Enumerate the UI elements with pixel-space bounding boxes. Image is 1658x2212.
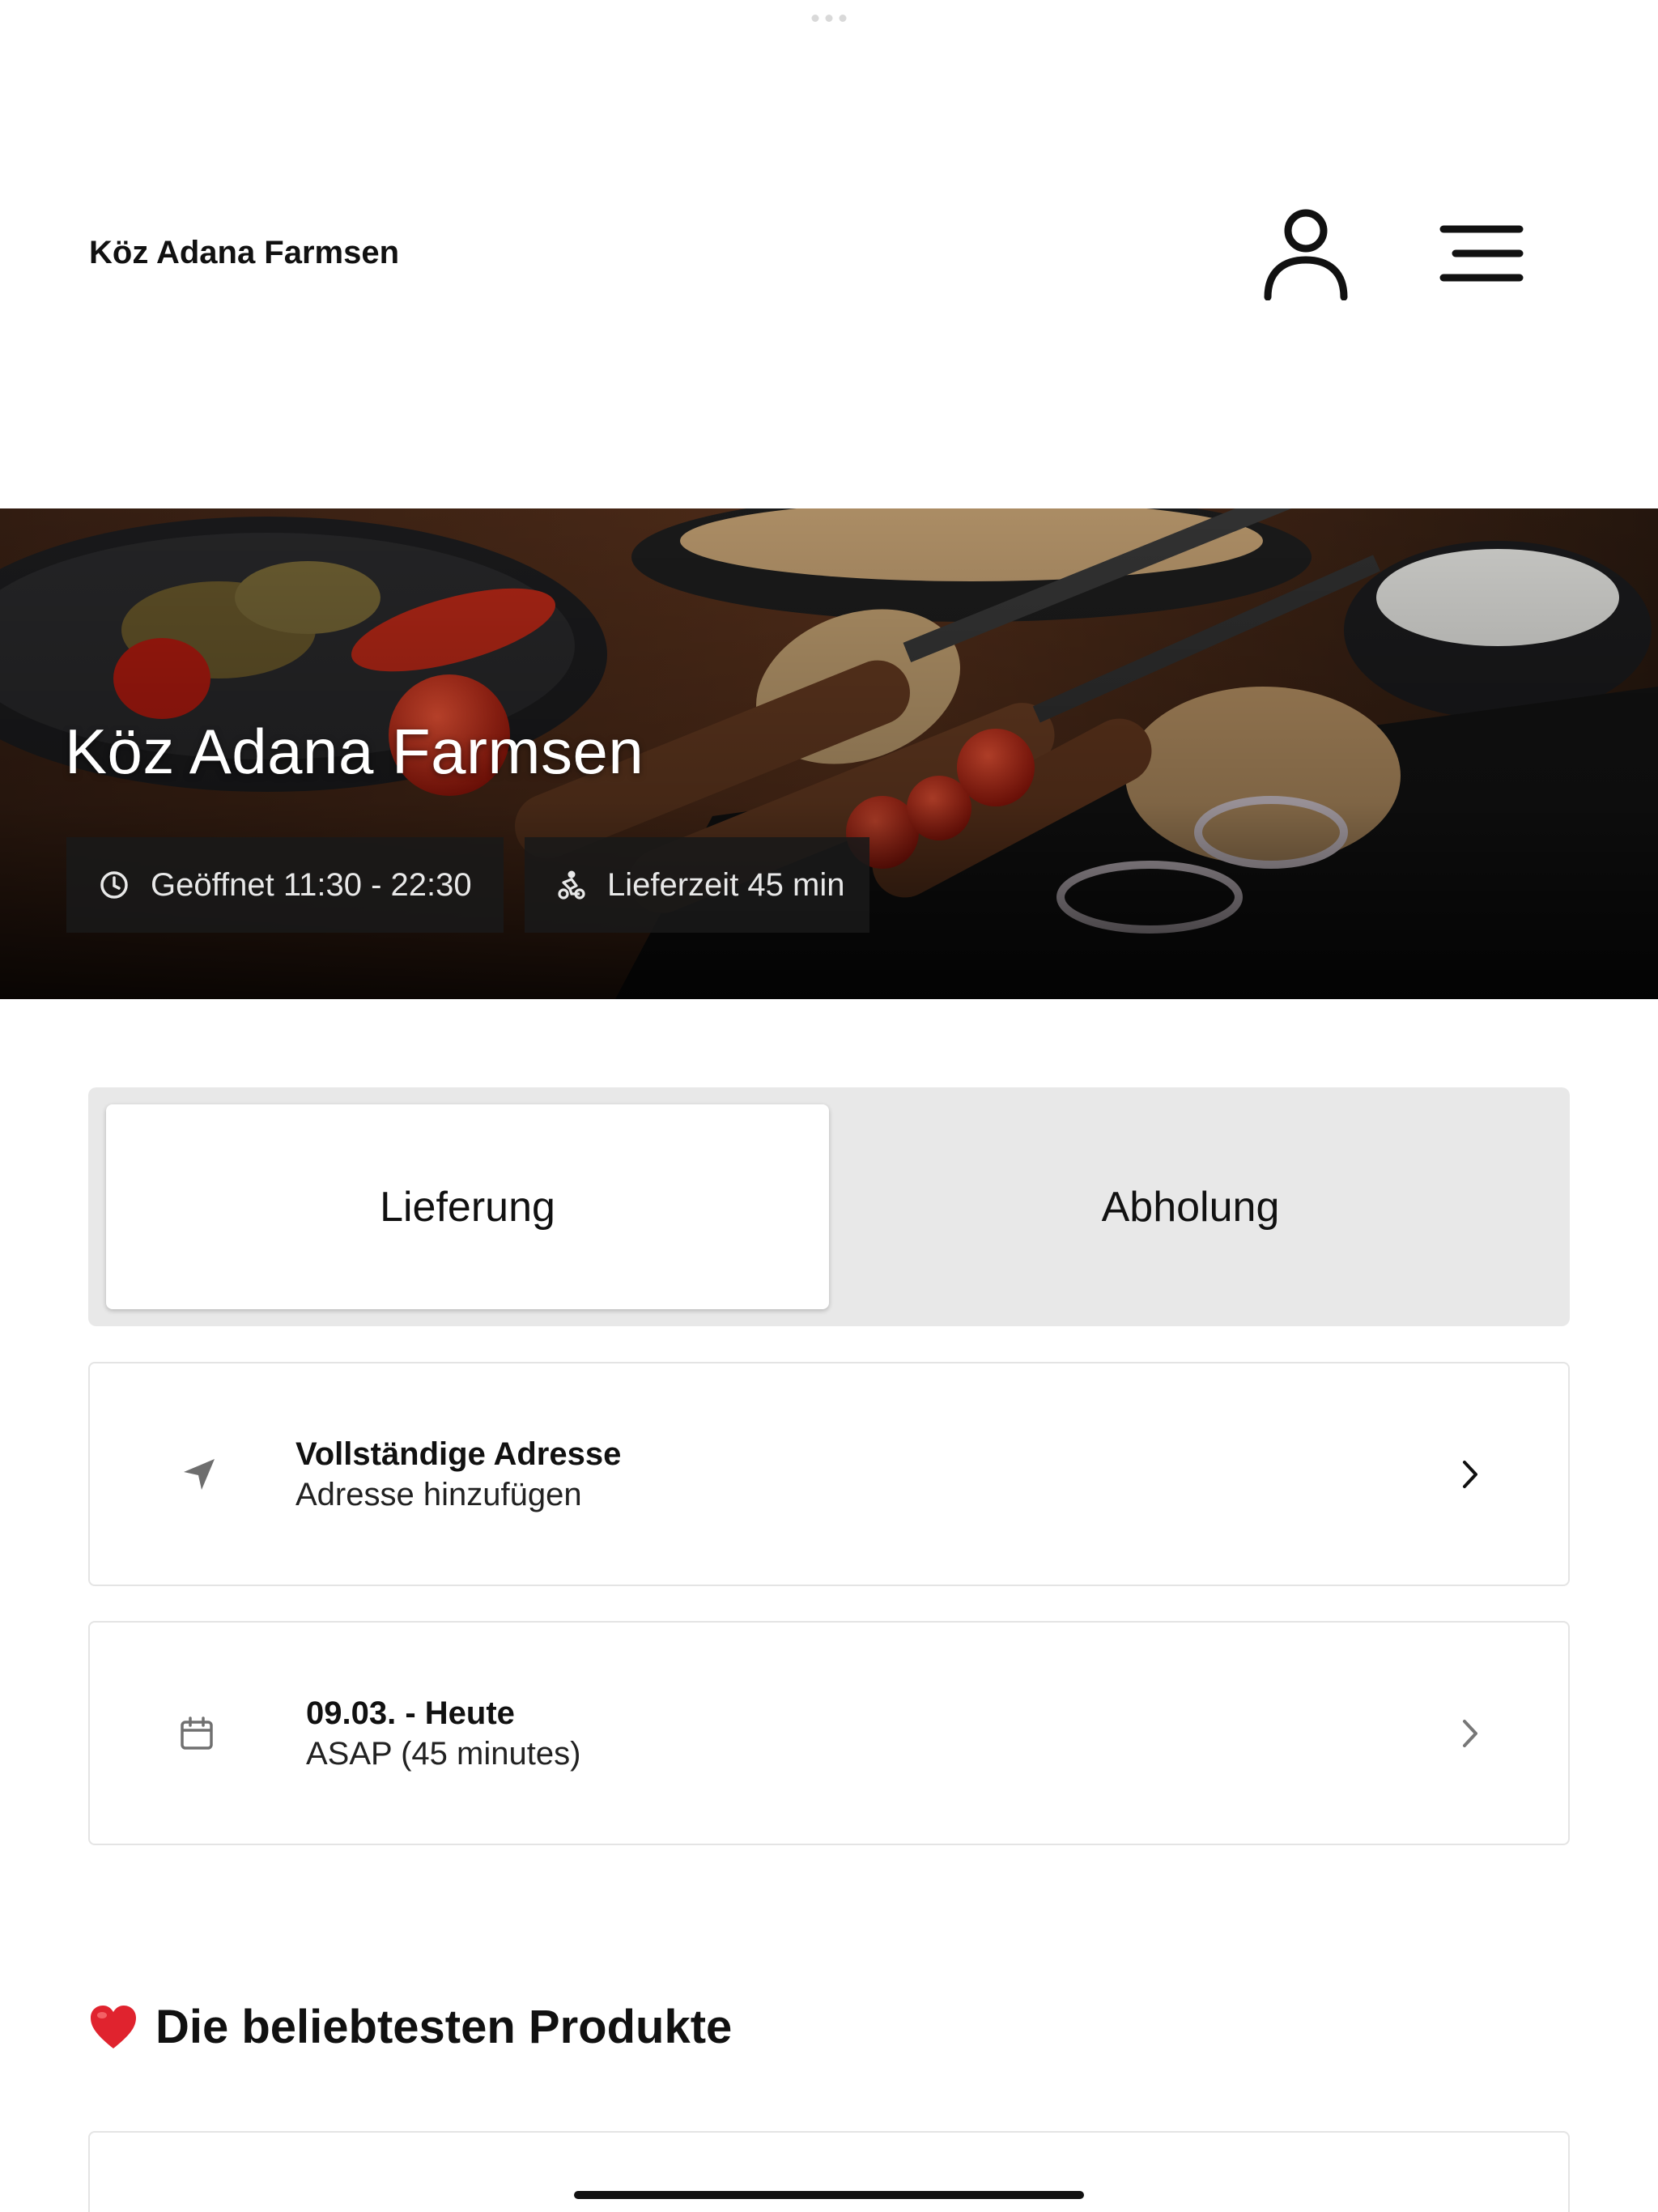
restaurant-hero: Köz Adana Farmsen Geöffnet 11:30 - 22:30… <box>0 508 1658 999</box>
menu-button[interactable] <box>1431 211 1532 296</box>
date-title: 09.03. - Heute <box>306 1695 515 1731</box>
delivery-date-card[interactable]: 09.03. - Heute ASAP (45 minutes) <box>88 1621 1570 1845</box>
app-header: Köz Adana Farmsen <box>0 0 1658 508</box>
delivery-option[interactable]: Lieferung <box>106 1104 829 1309</box>
clock-icon <box>100 871 128 899</box>
address-title: Vollständige Adresse <box>295 1436 622 1472</box>
chevron-right-icon <box>1463 1719 1477 1747</box>
home-indicator[interactable] <box>574 2191 1084 2199</box>
restaurant-title: Köz Adana Farmsen <box>65 716 644 787</box>
delivery-time-text: Lieferzeit 45 min <box>607 866 845 903</box>
opening-hours-text: Geöffnet 11:30 - 22:30 <box>151 866 472 903</box>
user-icon <box>1264 209 1348 300</box>
address-card[interactable]: Vollständige Adresse Adresse hinzufügen <box>88 1362 1570 1586</box>
scooter-icon <box>558 870 585 900</box>
account-button[interactable] <box>1255 202 1357 304</box>
popular-products-heading: Die beliebtesten Produkte <box>89 2000 732 2054</box>
opening-hours-chip: Geöffnet 11:30 - 22:30 <box>66 837 504 933</box>
delivery-time-chip: Lieferzeit 45 min <box>525 837 869 933</box>
address-subtitle: Adresse hinzufügen <box>295 1476 582 1512</box>
chevron-right-icon <box>1463 1460 1477 1488</box>
date-text: 09.03. - Heute ASAP (45 minutes) <box>306 1693 580 1774</box>
address-text: Vollständige Adresse Adresse hinzufügen <box>295 1434 621 1515</box>
brand-name[interactable]: Köz Adana Farmsen <box>89 235 399 271</box>
order-type-toggle: Lieferung Abholung <box>88 1087 1570 1326</box>
navigation-arrow-icon <box>184 1458 215 1490</box>
menu-icon <box>1439 225 1524 282</box>
date-subtitle: ASAP (45 minutes) <box>306 1735 581 1772</box>
calendar-icon <box>181 1716 213 1750</box>
heart-icon <box>89 2005 138 2050</box>
popular-products-title: Die beliebtesten Produkte <box>155 2001 733 2053</box>
pickup-option[interactable]: Abholung <box>829 1104 1552 1309</box>
product-card[interactable] <box>88 2131 1570 2212</box>
